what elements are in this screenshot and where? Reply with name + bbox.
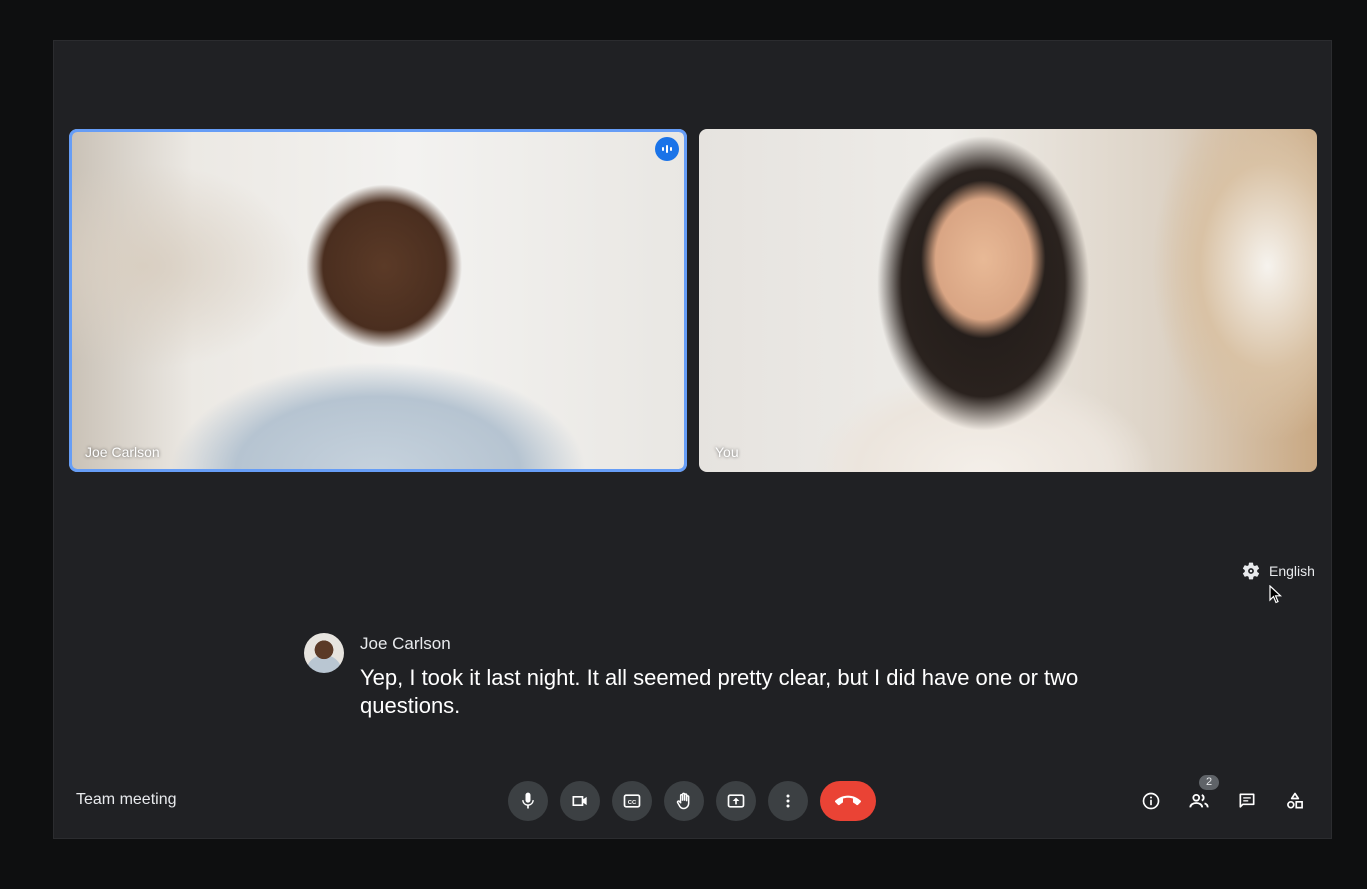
side-controls: 2 xyxy=(1131,775,1315,821)
chat-button[interactable] xyxy=(1227,781,1267,821)
chat-icon xyxy=(1239,793,1255,808)
activities-icon xyxy=(1287,792,1303,809)
more-icon xyxy=(786,794,790,808)
bottom-toolbar: Team meeting CC 2 xyxy=(54,775,1331,823)
caption-speaker-name: Joe Carlson xyxy=(360,634,451,653)
mic-icon xyxy=(522,792,534,809)
present-button[interactable] xyxy=(716,781,756,821)
present-icon xyxy=(727,794,745,808)
people-icon xyxy=(1189,793,1209,808)
call-controls: CC xyxy=(508,781,876,821)
people-button[interactable]: 2 xyxy=(1179,775,1219,821)
participant-name: You xyxy=(715,444,739,460)
gear-icon xyxy=(1242,562,1260,580)
meet-window: Joe Carlson You English Joe Carlson Yep,… xyxy=(53,40,1332,839)
mouse-cursor-icon xyxy=(1269,585,1283,604)
caption-language-button[interactable]: English xyxy=(1241,561,1315,581)
svg-text:CC: CC xyxy=(628,800,637,806)
camera-icon xyxy=(572,796,587,806)
captions-icon: CC xyxy=(623,794,641,808)
activities-button[interactable] xyxy=(1275,781,1315,821)
raise-hand-button[interactable] xyxy=(664,781,704,821)
language-label: English xyxy=(1269,563,1315,579)
captions-button[interactable]: CC xyxy=(612,781,652,821)
avatar xyxy=(304,633,344,673)
meeting-details-button[interactable] xyxy=(1131,781,1171,821)
participant-count-badge: 2 xyxy=(1199,775,1219,790)
info-icon xyxy=(1142,792,1160,810)
meeting-title: Team meeting xyxy=(76,791,177,808)
more-options-button[interactable] xyxy=(768,781,808,821)
participant-tile-joe[interactable]: Joe Carlson xyxy=(69,129,687,472)
participant-name: Joe Carlson xyxy=(85,444,160,460)
microphone-button[interactable] xyxy=(508,781,548,821)
end-call-icon xyxy=(835,795,861,806)
raise-hand-icon xyxy=(676,792,690,810)
participant-tile-you[interactable]: You xyxy=(699,129,1317,472)
caption-text: Yep, I took it last night. It all seemed… xyxy=(360,665,1079,718)
speaking-indicator-icon xyxy=(655,137,679,161)
end-call-button[interactable] xyxy=(820,781,876,821)
camera-button[interactable] xyxy=(560,781,600,821)
